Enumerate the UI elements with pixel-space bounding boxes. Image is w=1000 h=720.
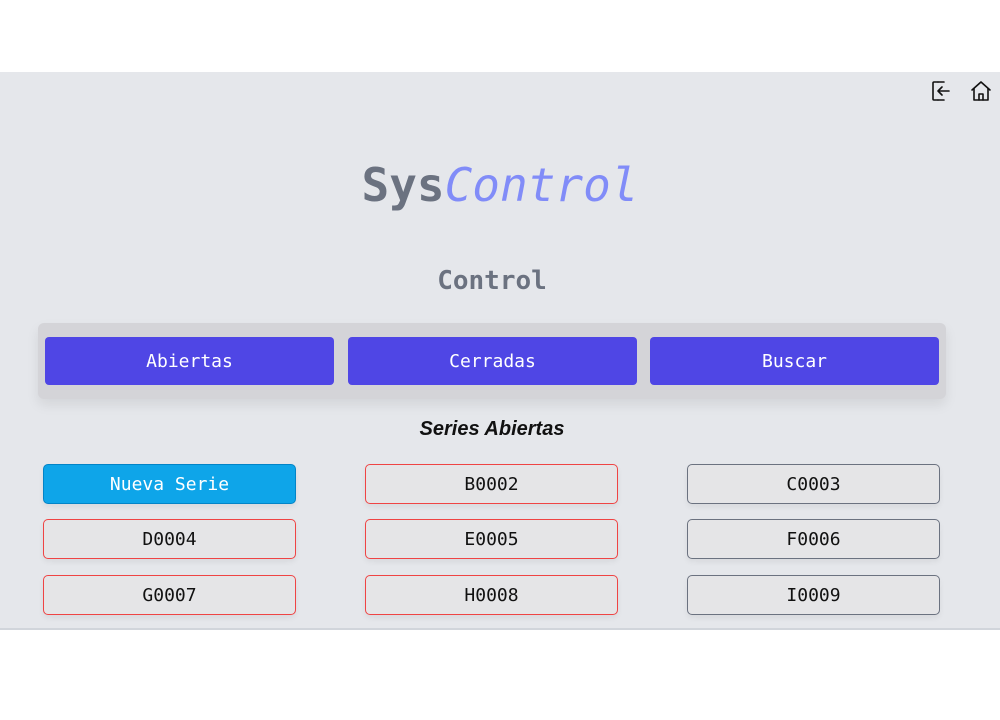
brand-sys: Sys [361,158,445,212]
app-container: SysControl Control Abiertas Cerradas Bus… [0,72,1000,630]
serie-button[interactable]: D0004 [43,519,296,559]
new-serie-button[interactable]: Nueva Serie [43,464,296,504]
tab-panel: Abiertas Cerradas Buscar [38,323,946,399]
tab-buscar[interactable]: Buscar [650,337,939,385]
serie-button[interactable]: C0003 [687,464,940,504]
serie-button[interactable]: G0007 [43,575,296,615]
logout-icon[interactable] [928,78,954,104]
home-icon[interactable] [968,78,994,104]
serie-button[interactable]: F0006 [687,519,940,559]
top-icons [928,78,994,104]
brand-control: Control [444,158,639,212]
serie-button[interactable]: H0008 [365,575,618,615]
section-title: Control [437,266,547,296]
serie-button[interactable]: I0009 [687,575,940,615]
serie-button[interactable]: B0002 [365,464,618,504]
tab-abiertas[interactable]: Abiertas [45,337,334,385]
serie-button[interactable]: E0005 [365,519,618,559]
brand-logo: SysControl [0,158,1000,212]
tab-cerradas[interactable]: Cerradas [348,337,637,385]
list-title: Series Abiertas [419,418,565,440]
